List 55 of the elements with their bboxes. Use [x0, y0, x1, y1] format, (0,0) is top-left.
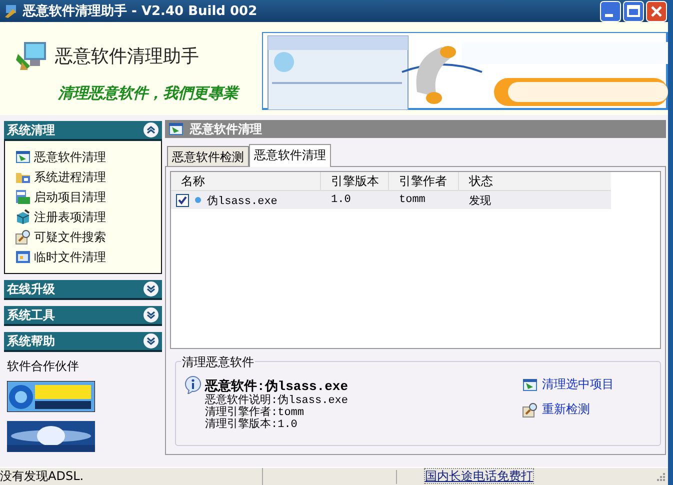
table-cell-text: 伪lsass.exe [207, 194, 278, 208]
detail-text: 清理引擎作者:tomm [205, 407, 306, 419]
partners-label: 软件合作伙伴 [7, 358, 80, 375]
check-icon [178, 196, 187, 204]
action-link[interactable]: 清理选中项目 [542, 376, 614, 393]
maximize-icon [623, 0, 644, 22]
section-title: 系统清理 [7, 122, 55, 138]
column-header[interactable]: 状态 [459, 172, 611, 190]
section-header[interactable]: 系统工具 [4, 306, 162, 326]
panel-title: 恶意软件清理 [190, 120, 262, 138]
close-icon [646, 0, 667, 22]
column-header[interactable]: 引擎作者 [389, 172, 459, 190]
app-name: 恶意软件清理助手 [55, 45, 199, 68]
detail-heading: 恶意软件:伪lsass.exe [205, 378, 348, 394]
group-title: 清理恶意软件 [181, 354, 255, 371]
minimize-icon [600, 0, 621, 22]
section-header[interactable]: 系统清理 [4, 121, 162, 141]
dot-icon [195, 197, 201, 203]
magnifier-icon [522, 402, 538, 418]
table-cell: tomm [399, 194, 426, 206]
section-title: 系统工具 [7, 306, 55, 324]
detail-text: 恶意软件说明:伪lsass.exe [205, 395, 348, 407]
status-link[interactable]: 国内长途电话免费打 [424, 468, 534, 484]
slogan: 清理恶意软件，我們更專業 [58, 84, 241, 103]
section-header[interactable]: 系统帮助 [4, 332, 162, 352]
detail-text: 清理引擎版本:1.0 [205, 419, 298, 431]
resize-grip-icon [656, 472, 666, 482]
window-icon [15, 149, 31, 165]
checkbox[interactable] [176, 194, 189, 206]
column-header[interactable]: 引擎版本 [321, 172, 389, 190]
window-icon [15, 249, 31, 265]
sidebar-item[interactable]: 恶意软件清理 [34, 148, 106, 166]
status-text: 没有发现ADSL. [0, 468, 263, 485]
table-cell: 1.0 [331, 194, 351, 206]
tab[interactable]: 恶意软件检测 [167, 146, 249, 166]
action-link[interactable]: 重新检测 [542, 401, 590, 418]
section-title: 系统帮助 [7, 332, 55, 350]
sidebar-item[interactable]: 可疑文件搜索 [34, 228, 106, 246]
sidebar-item[interactable]: 临时文件清理 [34, 248, 106, 266]
window-icon [15, 189, 31, 205]
info-icon [184, 376, 202, 394]
window-title: 恶意软件清理助手 - V2.40 Build 002 [23, 2, 258, 20]
section-header[interactable]: 在线升级 [4, 280, 162, 300]
table-cell-text: 发现 [469, 194, 491, 208]
magnifier-icon [15, 229, 31, 245]
tab[interactable]: 恶意软件清理 [249, 144, 331, 167]
sidebar-item[interactable]: 系统进程清理 [34, 168, 106, 186]
window-icon [522, 376, 538, 392]
cube-icon [15, 209, 31, 225]
sidebar-item[interactable]: 启动项目清理 [34, 188, 106, 206]
section-title: 在线升级 [7, 280, 55, 298]
column-header[interactable]: 名称 [171, 172, 321, 190]
sidebar-item[interactable]: 注册表项清理 [34, 208, 106, 226]
computer-icon [16, 40, 48, 72]
window-icon [168, 121, 184, 137]
